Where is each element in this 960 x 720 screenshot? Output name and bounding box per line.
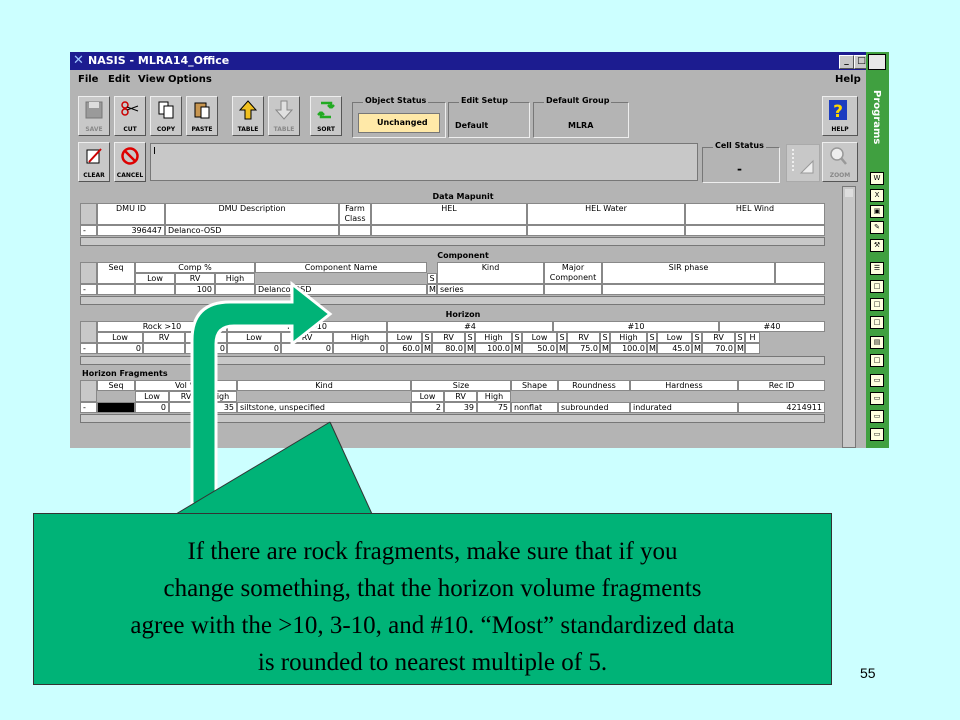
callout-box: If there are rock fragments, make sure t… [33, 513, 832, 685]
callout-line: is rounded to nearest multiple of 5. [257, 649, 608, 676]
callout-line: If there are rock fragments, make sure t… [187, 538, 678, 565]
callout-line: agree with the >10, 3-10, and #10. “Most… [130, 612, 735, 639]
callout-line: change something, that the horizon volum… [163, 575, 702, 602]
page-number: 55 [860, 665, 876, 681]
callout-text: If there are rock fragments, make sure t… [34, 533, 831, 681]
